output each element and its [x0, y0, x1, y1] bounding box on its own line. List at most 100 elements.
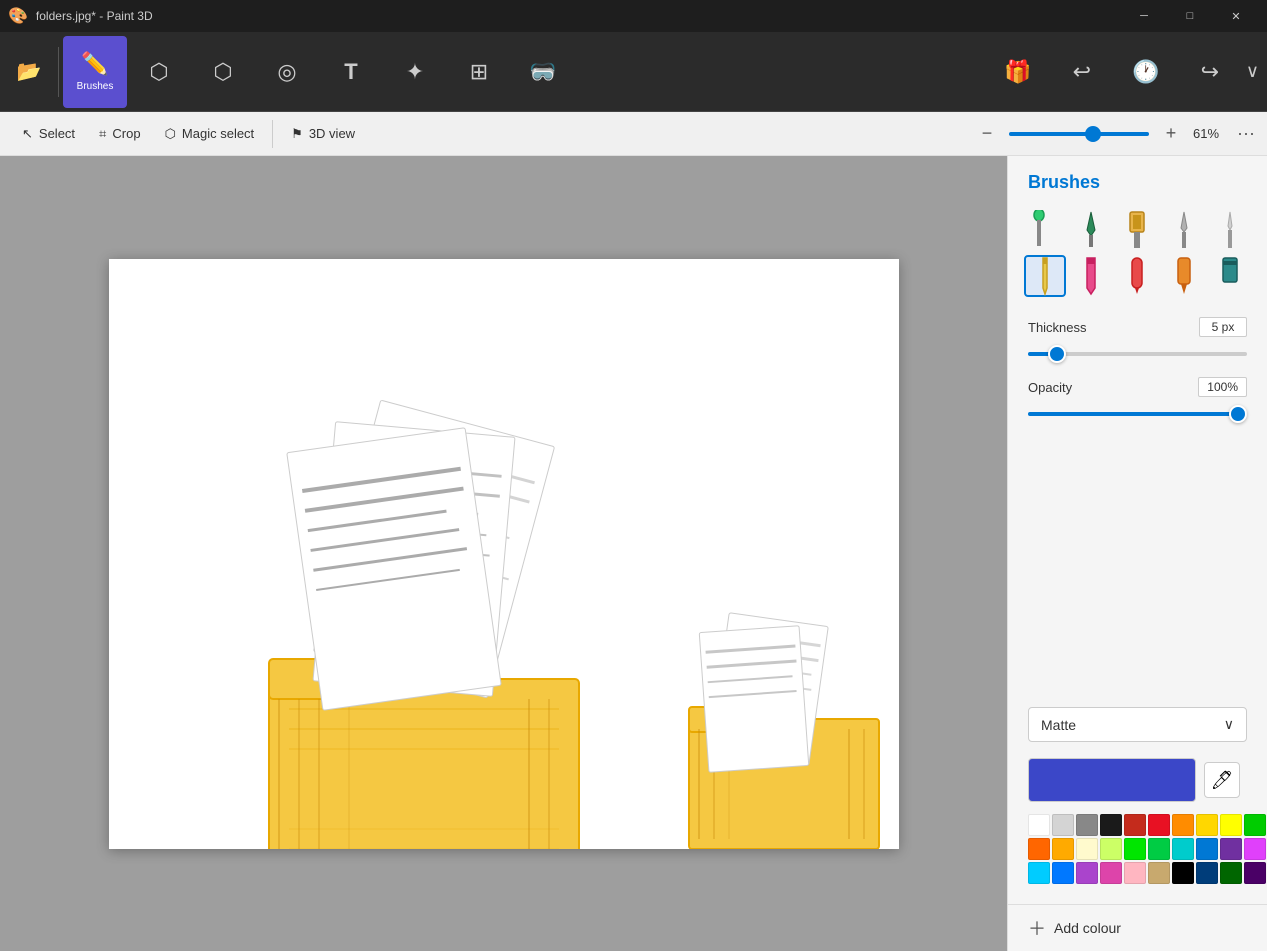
window-title: folders.jpg* - Paint 3D: [36, 9, 153, 23]
tool-stickers[interactable]: ◎: [255, 36, 319, 108]
close-button[interactable]: ✕: [1213, 0, 1259, 32]
color-amber[interactable]: [1052, 838, 1074, 860]
crop-tool-btn[interactable]: ⌗ Crop: [89, 122, 151, 146]
eyedropper-icon: 🖊: [1211, 770, 1234, 791]
zoom-out-button[interactable]: −: [973, 120, 1001, 148]
brush-tool-icon: ✏️: [81, 51, 108, 77]
tool-effects[interactable]: ✦: [383, 36, 447, 108]
tool-select2d[interactable]: ⬡: [127, 36, 191, 108]
opacity-value: 100%: [1198, 377, 1247, 397]
tool-history[interactable]: 🕐: [1114, 36, 1178, 108]
brush-item-6[interactable]: [1024, 255, 1066, 297]
thickness-slider[interactable]: [1028, 352, 1247, 356]
color-preview-row: 🖊: [1028, 758, 1247, 802]
3dobjects-icon: ⬡: [213, 59, 232, 85]
color-cyan[interactable]: [1028, 862, 1050, 884]
zoom-in-button[interactable]: +: [1157, 120, 1185, 148]
current-color-swatch[interactable]: [1028, 758, 1196, 802]
tool-brushes[interactable]: ✏️ Brushes: [63, 36, 127, 108]
color-black2[interactable]: [1172, 862, 1194, 884]
add-colour-button[interactable]: ＋ Add colour: [1008, 904, 1267, 951]
color-purple[interactable]: [1220, 838, 1242, 860]
secondary-separator: [272, 120, 273, 148]
color-black[interactable]: [1100, 814, 1122, 836]
color-green2[interactable]: [1148, 838, 1170, 860]
color-darkred[interactable]: [1124, 814, 1146, 836]
color-white[interactable]: [1028, 814, 1050, 836]
color-gray[interactable]: [1076, 814, 1098, 836]
color-pink[interactable]: [1244, 838, 1266, 860]
mixed-icon: 🥽: [529, 59, 556, 85]
sliders-section: Thickness 5 px Opacity 100%: [1008, 309, 1267, 445]
color-darkblue[interactable]: [1196, 862, 1218, 884]
zoom-value: 61%: [1193, 126, 1229, 141]
color-limegreen[interactable]: [1124, 838, 1146, 860]
brush-item-3[interactable]: [1116, 209, 1158, 251]
zoom-more-button[interactable]: ···: [1237, 123, 1255, 144]
title-bar-left: 🎨 folders.jpg* - Paint 3D: [8, 6, 153, 26]
canvas-area[interactable]: [0, 156, 1007, 951]
color-yellow[interactable]: [1220, 814, 1242, 836]
main-toolbar: 📂 ✏️ Brushes ⬡ ⬡ ◎ T ✦ ⊞ 🥽 🎁 ↩ 🕐 ↪: [0, 32, 1267, 112]
maximize-button[interactable]: □: [1167, 0, 1213, 32]
tool-text[interactable]: T: [319, 36, 383, 108]
select-tool-btn[interactable]: ↖ Select: [12, 122, 85, 146]
color-lightpink[interactable]: [1124, 862, 1146, 884]
brush-item-10[interactable]: [1209, 255, 1251, 297]
color-teal[interactable]: [1172, 838, 1194, 860]
color-gold[interactable]: [1196, 814, 1218, 836]
canvas[interactable]: [109, 259, 899, 849]
color-lightgray[interactable]: [1052, 814, 1074, 836]
minimize-button[interactable]: ─: [1121, 0, 1167, 32]
color-orange[interactable]: [1172, 814, 1194, 836]
zoom-slider[interactable]: [1009, 132, 1149, 136]
color-lightyellow[interactable]: [1076, 838, 1098, 860]
view-3d-btn[interactable]: ⚑ 3D view: [281, 122, 365, 146]
color-blue[interactable]: [1196, 838, 1218, 860]
tool-file[interactable]: 📂: [4, 36, 54, 108]
thickness-row: Thickness 5 px: [1028, 317, 1247, 361]
tool-crop[interactable]: ⊞: [447, 36, 511, 108]
select2d-icon: ⬡: [149, 59, 168, 85]
color-skyblue[interactable]: [1052, 862, 1074, 884]
secondary-toolbar: ↖ Select ⌗ Crop ⬡ Magic select ⚑ 3D view…: [0, 112, 1267, 156]
tool-mixed[interactable]: 🥽: [511, 36, 575, 108]
toolbar-more-button[interactable]: ∨: [1242, 57, 1263, 86]
effects-icon: ✦: [406, 59, 424, 85]
zoom-container: − + 61% ···: [973, 120, 1255, 148]
brush-item-7[interactable]: [1070, 255, 1112, 297]
color-magenta[interactable]: [1100, 862, 1122, 884]
color-orange2[interactable]: [1028, 838, 1050, 860]
eyedropper-button[interactable]: 🖊: [1204, 762, 1240, 798]
opacity-slider[interactable]: [1028, 412, 1247, 416]
color-yellowgreen[interactable]: [1100, 838, 1122, 860]
brush-item-1[interactable]: [1024, 209, 1066, 251]
crop-icon: ⊞: [470, 59, 488, 85]
color-darkgreen[interactable]: [1220, 862, 1242, 884]
matte-chevron-icon: ∨: [1224, 716, 1234, 733]
color-violet[interactable]: [1076, 862, 1098, 884]
brush-item-9[interactable]: [1163, 255, 1205, 297]
select-label: Select: [39, 126, 75, 141]
magic-select-btn[interactable]: ⬡ Magic select: [155, 122, 265, 146]
toolbar-separator-1: [58, 47, 59, 97]
color-red[interactable]: [1148, 814, 1170, 836]
tool-3dobjects[interactable]: ⬡: [191, 36, 255, 108]
tool-share[interactable]: 🎁: [986, 36, 1050, 108]
title-bar-controls: ─ □ ✕: [1121, 0, 1259, 32]
color-tan[interactable]: [1148, 862, 1170, 884]
cursor-icon: ↖: [22, 126, 33, 142]
title-bar: 🎨 folders.jpg* - Paint 3D ─ □ ✕: [0, 0, 1267, 32]
tool-redo[interactable]: ↪: [1178, 36, 1242, 108]
brush-item-5[interactable]: [1209, 209, 1251, 251]
matte-dropdown[interactable]: Matte ∨: [1028, 707, 1247, 742]
color-green[interactable]: [1244, 814, 1266, 836]
brush-item-8[interactable]: [1116, 255, 1158, 297]
brush-item-4[interactable]: [1163, 209, 1205, 251]
opacity-label: Opacity: [1028, 380, 1072, 395]
thickness-label: Thickness: [1028, 320, 1087, 335]
brush-item-2[interactable]: [1070, 209, 1112, 251]
tool-undo[interactable]: ↩: [1050, 36, 1114, 108]
color-darkpurple[interactable]: [1244, 862, 1266, 884]
add-colour-label: Add colour: [1054, 920, 1121, 936]
